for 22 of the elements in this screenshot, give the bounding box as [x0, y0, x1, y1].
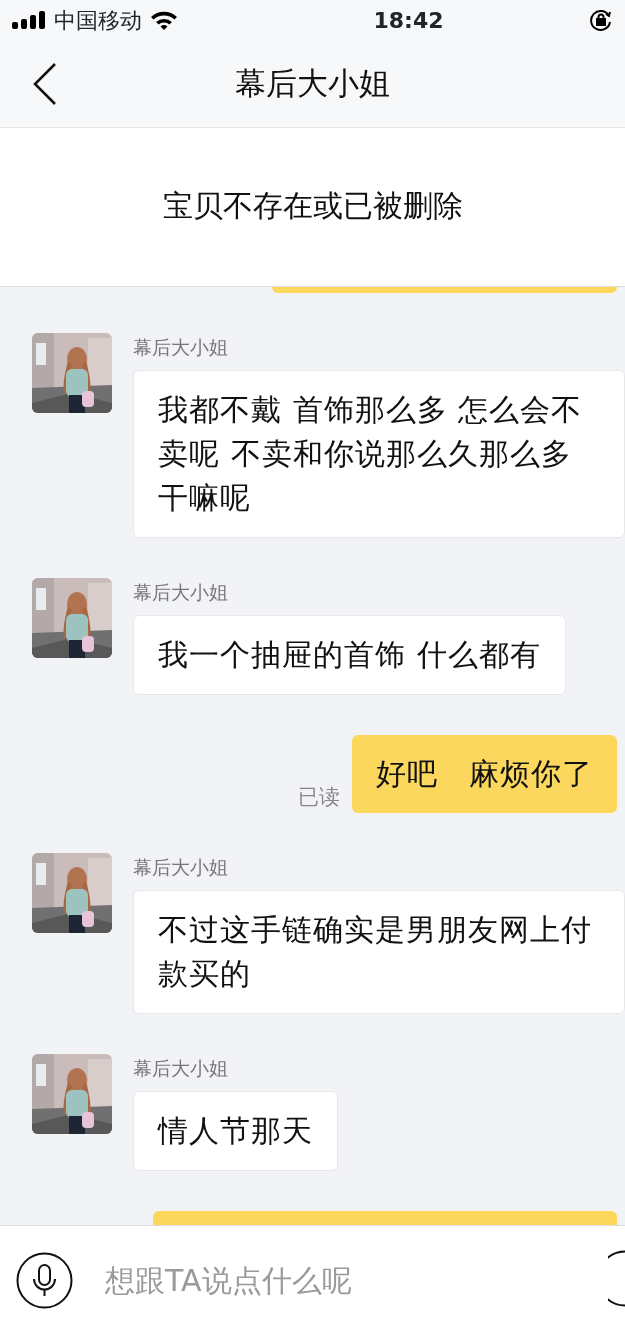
- message-bubble: 我都不戴 首饰那么多 怎么会不卖呢 不卖和你说那么久那么多干嘛呢: [133, 370, 625, 538]
- input-bar[interactable]: 想跟TA说点什么呢: [0, 1225, 625, 1334]
- clock-time: 18:42: [372, 6, 445, 35]
- message-bubble: 不过这手链确实是男朋友网上付款买的: [133, 890, 625, 1014]
- sender-name: 幕后大小姐: [133, 1056, 228, 1080]
- round-button-icon[interactable]: [608, 1250, 625, 1307]
- wifi-icon: [150, 10, 178, 30]
- sender-name: 幕后大小姐: [133, 855, 228, 879]
- message-bubble: 好吧 麻烦你了: [352, 735, 617, 813]
- signal-icon: [12, 11, 46, 29]
- message-input[interactable]: 想跟TA说点什么呢: [105, 1257, 565, 1303]
- chat-title: 幕后大小姐: [235, 64, 390, 104]
- carrier-name: 中国移动: [54, 6, 142, 35]
- microphone-icon[interactable]: [16, 1251, 73, 1309]
- orientation-lock-icon: [589, 8, 613, 32]
- sender-name: 幕后大小姐: [133, 580, 228, 604]
- message-bubble: 情人节那天: [133, 1091, 338, 1171]
- item-notice: 宝贝不存在或已被删除: [162, 186, 463, 225]
- sender-name: 幕后大小姐: [133, 335, 228, 359]
- message-bubble: 我一个抽屉的首饰 什么都有: [133, 615, 566, 695]
- read-status: 已读: [298, 784, 340, 811]
- back-icon[interactable]: [32, 62, 58, 106]
